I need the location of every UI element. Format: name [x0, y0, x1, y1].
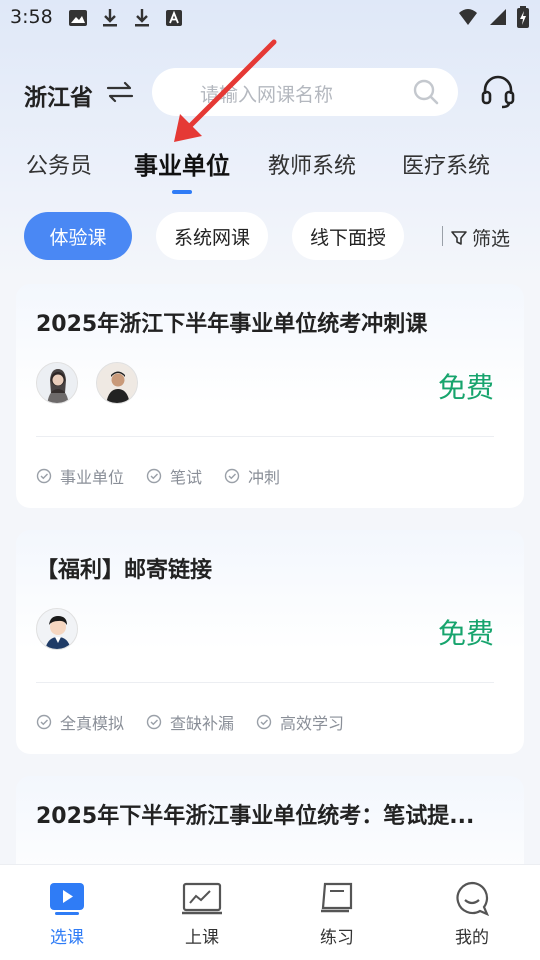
category-tabs: 公务员 事业单位 教师系统 医疗系统	[0, 140, 540, 196]
course-price: 免费	[437, 371, 494, 404]
check-circle-icon	[224, 468, 240, 484]
battery-icon	[517, 6, 529, 28]
filter-label: 筛选	[472, 228, 511, 250]
course-tag: 笔试	[146, 464, 202, 488]
course-tag-label: 查缺补漏	[170, 714, 235, 733]
chip-system-course[interactable]: 系统网课	[156, 212, 268, 260]
course-tag: 事业单位	[36, 464, 124, 488]
course-price: 免费	[437, 617, 494, 650]
check-circle-icon	[146, 468, 162, 484]
status-time: 3:58	[10, 6, 53, 28]
nav-label: 练习	[320, 928, 354, 948]
tab-teacher-system[interactable]: 教师系统	[268, 148, 356, 180]
course-tag-label: 事业单位	[60, 468, 125, 487]
tab-public-institution[interactable]: 事业单位	[134, 146, 230, 181]
nav-label: 选课	[50, 928, 84, 948]
search-icon[interactable]	[412, 78, 440, 106]
teacher-avatars	[36, 362, 138, 404]
swap-icon[interactable]	[106, 80, 134, 104]
course-title: 2025年浙江下半年事业单位统考冲刺课	[36, 312, 428, 337]
teacher-avatars	[36, 608, 78, 650]
course-tag: 高效学习	[256, 710, 344, 734]
bottom-nav: 选课 上课 练习 我的	[0, 864, 540, 960]
province-selector[interactable]: 浙江省	[24, 78, 93, 112]
course-tag-label: 冲刺	[248, 468, 281, 487]
course-tags: 全真模拟 查缺补漏 高效学习	[36, 710, 344, 734]
filter-button[interactable]: 筛选	[450, 224, 510, 251]
check-circle-icon	[256, 714, 272, 730]
chip-trial-course[interactable]: 体验课	[24, 212, 132, 260]
filter-row: 体验课 系统网课 线下面授 筛选	[0, 212, 540, 260]
avatar	[36, 362, 78, 404]
monitor-icon	[182, 882, 222, 915]
course-tag: 查缺补漏	[146, 710, 234, 734]
course-tag: 全真模拟	[36, 710, 124, 734]
chat-face-icon	[456, 881, 490, 917]
status-bar: 3:58	[0, 0, 540, 36]
image-icon	[69, 10, 87, 26]
filter-icon	[451, 230, 467, 245]
download-icon	[103, 9, 117, 27]
course-card[interactable]: 2025年浙江下半年事业单位统考冲刺课 免费 事业单位 笔试 冲刺	[16, 284, 524, 508]
course-title: 2025年下半年浙江事业单位统考：笔试提...	[36, 804, 475, 829]
nav-label: 我的	[455, 928, 489, 948]
card-divider	[36, 682, 494, 683]
check-circle-icon	[146, 714, 162, 730]
course-tag-label: 笔试	[170, 468, 203, 487]
course-tag: 冲刺	[224, 464, 280, 488]
signal-icon	[490, 9, 506, 25]
play-icon	[50, 883, 84, 915]
avatar	[96, 362, 138, 404]
course-card[interactable]: 【福利】邮寄链接 免费 全真模拟 查缺补漏 高效学习	[16, 530, 524, 754]
filter-divider	[442, 226, 443, 246]
download-icon	[135, 9, 149, 27]
nav-item-mine[interactable]: 我的	[432, 881, 512, 948]
wifi-icon	[459, 9, 477, 25]
nav-label: 上课	[185, 928, 219, 948]
avatar	[36, 608, 78, 650]
tab-medical-system[interactable]: 医疗系统	[402, 148, 490, 180]
nav-item-class[interactable]: 上课	[162, 881, 242, 948]
check-circle-icon	[36, 714, 52, 730]
font-icon	[166, 10, 182, 26]
course-tag-label: 高效学习	[280, 714, 345, 733]
app-screen: 3:58 浙江省 请输入网课名称 公务员 事业单位 教师系统 医疗系统 体验课 …	[0, 0, 540, 960]
active-tab-indicator	[172, 190, 192, 194]
check-circle-icon	[36, 468, 52, 484]
headset-icon[interactable]	[480, 74, 516, 110]
chip-offline-course[interactable]: 线下面授	[292, 212, 404, 260]
book-icon	[321, 882, 353, 913]
course-tag-label: 全真模拟	[60, 714, 125, 733]
card-divider	[36, 436, 494, 437]
course-title: 【福利】邮寄链接	[36, 558, 213, 583]
annotation-arrow	[174, 39, 277, 142]
nav-item-select-course[interactable]: 选课	[27, 881, 107, 948]
nav-item-practice[interactable]: 练习	[297, 881, 377, 948]
course-tags: 事业单位 笔试 冲刺	[36, 464, 280, 488]
tab-civil-servant[interactable]: 公务员	[26, 148, 92, 180]
